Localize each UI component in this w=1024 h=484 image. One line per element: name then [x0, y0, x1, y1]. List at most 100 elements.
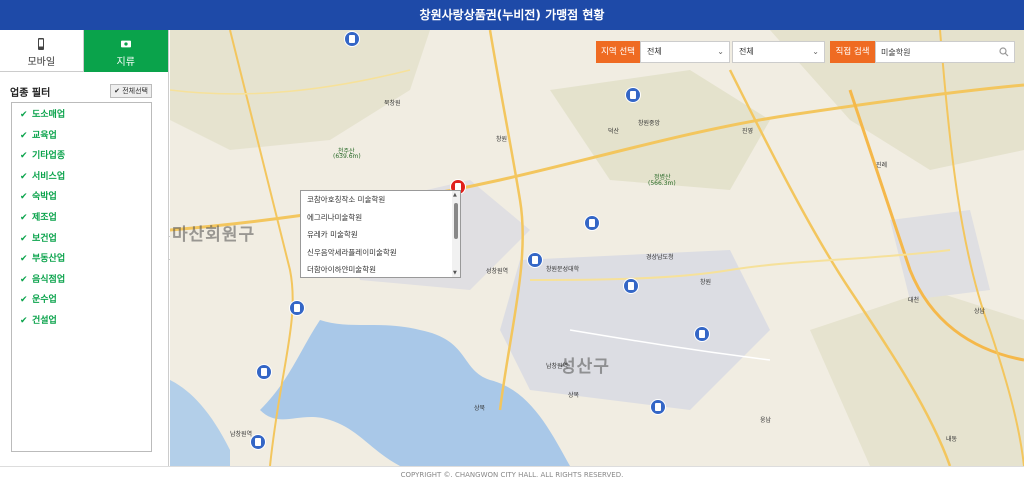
check-icon: ✔ [20, 295, 28, 306]
place-label: 덕산 [608, 128, 620, 135]
region-select-2[interactable]: 전체 ⌄ [732, 41, 825, 63]
region-select-label: 지역 선택 [596, 41, 640, 63]
place-label: (566.3m) [648, 180, 676, 187]
store-marker[interactable] [623, 278, 639, 294]
place-label: 경상남도청 [646, 254, 674, 261]
filter-header: 업종 필터 ✔ 전체선택 [0, 72, 168, 99]
filter-item-label: 제조업 [32, 212, 57, 223]
suggestion-scrollbar[interactable]: ▲ ▼ [452, 191, 460, 277]
copyright-text: COPYRIGHT ©. CHANGWON CITY HALL. ALL RIG… [400, 471, 624, 479]
place-label: 남창원역 [546, 363, 569, 370]
filter-item[interactable]: ✔ 교육업 [12, 126, 151, 147]
left-panel: 모바일 지류 업종 필터 ✔ 전체선택 ✔ 도소매업 ✔ 교육업 ✔ 기타업종 ✔ 서비… [0, 30, 169, 466]
filter-item-label: 도소매업 [32, 110, 66, 120]
filter-item-label: 운수업 [32, 295, 57, 306]
store-marker[interactable] [344, 31, 360, 47]
select-all-label: 전체선택 [122, 87, 148, 95]
filter-item[interactable]: ✔ 보건업 [12, 229, 151, 250]
suggestion-item[interactable]: 코참아호칭작소 미술학원 [301, 191, 452, 209]
store-marker[interactable] [289, 300, 305, 316]
suggestion-item[interactable]: 더함아이하얀미술학원 [301, 261, 452, 279]
chevron-down-icon: ⌄ [812, 47, 819, 56]
filter-item[interactable]: ✔ 기타업종 [12, 146, 151, 167]
filter-item-label: 보건업 [32, 233, 57, 244]
store-marker[interactable] [256, 364, 272, 380]
place-label: 상북 [474, 405, 486, 412]
check-icon: ✔ [20, 254, 28, 265]
place-label: 창원 [496, 136, 508, 143]
store-marker[interactable] [694, 326, 710, 342]
filter-item-label: 건설업 [32, 315, 57, 326]
store-marker[interactable] [650, 399, 666, 415]
chevron-down-icon: ⌄ [717, 47, 724, 56]
filter-item-label: 서비스업 [32, 171, 66, 182]
check-icon: ✔ [20, 192, 28, 203]
region-select-2-value: 전체 [739, 47, 754, 56]
check-icon: ✔ [20, 151, 28, 162]
place-label: 남창원역 [230, 431, 253, 438]
district-label: 마산회원구 [172, 225, 256, 245]
region-select-1-value: 전체 [647, 47, 662, 56]
place-label: 대천 [908, 297, 920, 304]
tab-mobile-label: 모바일 [27, 57, 56, 68]
filter-item-label: 기타업종 [32, 151, 66, 162]
check-icon: ✔ [20, 130, 28, 141]
place-label: 진례 [876, 162, 888, 169]
filter-item[interactable]: ✔ 제조업 [12, 208, 151, 229]
filter-item[interactable]: ✔ 도소매업 [12, 105, 151, 126]
select-all-button[interactable]: ✔ 전체선택 [110, 84, 152, 98]
place-label: 진영 [742, 128, 754, 135]
check-icon: ✔ [20, 171, 28, 182]
place-label: (639.6m) [333, 153, 361, 160]
suggestion-item[interactable]: 신우음악세라플레이미술학원 [301, 244, 452, 262]
scroll-up-icon[interactable]: ▲ [453, 192, 457, 198]
place-label: 창원문성대학 [546, 266, 580, 273]
filter-item-label: 부동산업 [32, 254, 66, 265]
phone-icon [38, 38, 45, 50]
direct-search-label: 직접 검색 [830, 41, 875, 63]
map-view[interactable]: 마산회원구 성산구 북창원 천주산 (639.6m) 창원 덕산 창원중앙 정병… [170, 30, 1024, 466]
store-marker[interactable] [527, 252, 543, 268]
filter-item[interactable]: ✔ 운수업 [12, 290, 151, 311]
filter-title: 업종 필터 [10, 88, 51, 99]
filter-item-label: 숙박업 [32, 192, 57, 203]
scroll-down-icon[interactable]: ▼ [453, 270, 457, 276]
filter-item[interactable]: ✔ 부동산업 [12, 249, 151, 270]
store-marker[interactable] [250, 434, 266, 450]
check-icon: ✔ [20, 212, 28, 223]
place-label: 상남 [974, 308, 986, 315]
filter-item-label: 음식점업 [32, 274, 66, 285]
tab-bar: 모바일 지류 [0, 30, 168, 72]
place-label: 내동 [946, 436, 958, 443]
search-suggestion-list: 코참아호칭작소 미술학원 에그리나미술학원 유레카 미술학원 신우음악세라플레이… [300, 190, 461, 278]
check-icon: ✔ [20, 274, 28, 285]
ticket-icon [120, 40, 131, 48]
search-input[interactable] [875, 41, 1015, 63]
filter-item[interactable]: ✔ 건설업 [12, 311, 151, 332]
tab-paper-label: 지류 [116, 57, 135, 68]
filter-item[interactable]: ✔ 숙박업 [12, 187, 151, 208]
region-select-1[interactable]: 전체 ⌄ [640, 41, 730, 63]
page-title: 창원사랑상품권(누비전) 가맹점 현황 [419, 8, 605, 22]
store-marker[interactable] [584, 215, 600, 231]
page-footer: COPYRIGHT ©. CHANGWON CITY HALL. ALL RIG… [0, 466, 1024, 483]
place-label: 웅남 [760, 417, 772, 424]
map-background [170, 30, 1024, 466]
scrollbar-thumb[interactable] [454, 203, 458, 239]
place-label: 상복 [568, 392, 580, 399]
place-label: 성창원역 [486, 268, 509, 275]
filter-item[interactable]: ✔ 서비스업 [12, 167, 151, 188]
page-header: 창원사랑상품권(누비전) 가맹점 현황 [0, 0, 1024, 30]
tab-mobile[interactable]: 모바일 [0, 30, 84, 72]
check-icon: ✔ [20, 110, 28, 120]
search-icon[interactable] [999, 47, 1009, 57]
check-icon: ✔ [20, 315, 28, 326]
place-label: 창원중앙 [638, 120, 661, 127]
suggestion-item[interactable]: 에그리나미술학원 [301, 209, 452, 227]
filter-item-label: 교육업 [32, 130, 57, 141]
suggestion-item[interactable]: 유레카 미술학원 [301, 226, 452, 244]
filter-item[interactable]: ✔ 음식점업 [12, 270, 151, 291]
tab-paper[interactable]: 지류 [83, 30, 168, 72]
store-marker[interactable] [625, 87, 641, 103]
check-icon: ✔ [20, 233, 28, 244]
